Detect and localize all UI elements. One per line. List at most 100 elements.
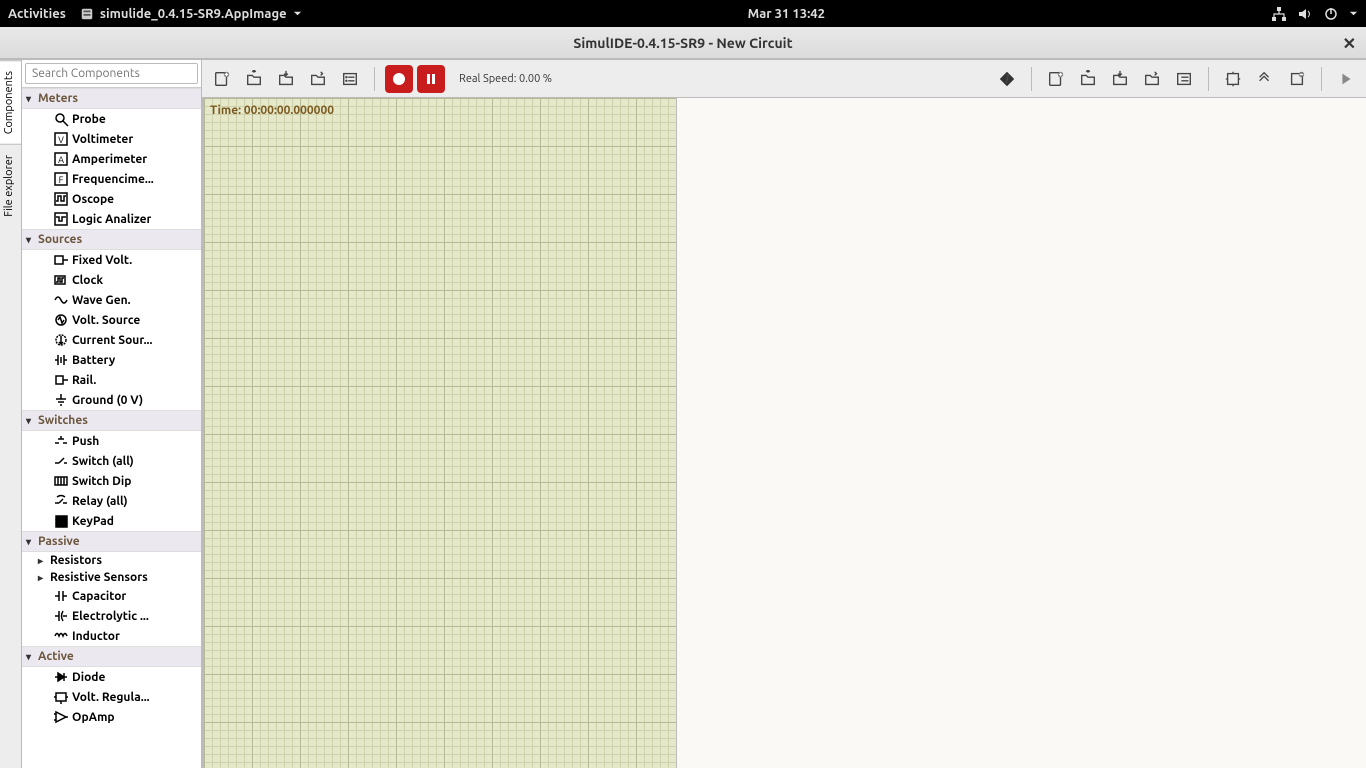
category-label: Sources (38, 233, 82, 246)
amperimeter-icon: A (50, 151, 72, 167)
info-button[interactable]: i (993, 65, 1021, 93)
component-item[interactable]: F Frequencime... (22, 169, 201, 189)
component-label: Frequencime... (72, 173, 154, 186)
component-item[interactable]: Diode (22, 667, 201, 687)
power-off-button[interactable] (385, 65, 413, 93)
component-item[interactable]: Fixed Volt. (22, 250, 201, 270)
sim-time-label: Time: 00:00:00.000000 (210, 104, 334, 117)
probe-icon (50, 111, 72, 127)
component-label: Relay (all) (72, 495, 128, 508)
find-replace-button[interactable] (1170, 65, 1198, 93)
component-item[interactable]: Clock (22, 270, 201, 290)
svg-text:F: F (59, 175, 64, 185)
clock[interactable]: Mar 31 13:42 (302, 7, 1271, 21)
component-label: Volt. Source (72, 314, 140, 327)
activities-button[interactable]: Activities (8, 7, 66, 21)
voltimeter-icon: V (50, 131, 72, 147)
open-file-button[interactable] (1074, 65, 1102, 93)
component-item[interactable]: Electrolytic ... (22, 606, 201, 626)
component-label: Switch Dip (72, 475, 131, 488)
close-button[interactable]: ✕ (1343, 34, 1356, 53)
component-item[interactable]: Push (22, 431, 201, 451)
code-editor[interactable] (677, 98, 1366, 768)
component-item[interactable]: OpAmp (22, 707, 201, 727)
new-file-button[interactable] (1042, 65, 1070, 93)
chevron-down-icon: ▾ (26, 415, 38, 427)
csource-icon (50, 332, 72, 348)
component-item[interactable]: Oscope (22, 189, 201, 209)
component-item[interactable]: Switch Dip (22, 471, 201, 491)
category-passive[interactable]: ▾Passive (22, 531, 201, 552)
component-item[interactable]: Relay (all) (22, 491, 201, 511)
component-item[interactable]: Ground (0 V) (22, 390, 201, 410)
diode-icon (50, 669, 72, 685)
tab-file-explorer[interactable]: File explorer (0, 144, 21, 227)
chevron-down-icon: ▾ (26, 93, 38, 105)
chevron-down-icon: ▾ (26, 651, 38, 663)
component-label: Rail. (72, 374, 96, 387)
clock-icon (50, 272, 72, 288)
upload-button[interactable] (1251, 65, 1279, 93)
export-bom-button[interactable] (336, 65, 364, 93)
load-firmware-button[interactable] (1283, 65, 1311, 93)
chevron-down-icon: ▾ (26, 234, 38, 246)
save-file-as-button[interactable] (1138, 65, 1166, 93)
component-label: Amperimeter (72, 153, 147, 166)
component-item[interactable]: Probe (22, 109, 201, 129)
relay-icon (50, 493, 72, 509)
save-file-button[interactable] (1106, 65, 1134, 93)
cap-icon (50, 588, 72, 604)
category-label: Passive (38, 535, 80, 548)
component-item[interactable]: VVoltimeter (22, 129, 201, 149)
open-circuit-button[interactable] (240, 65, 268, 93)
component-item[interactable]: Switch (all) (22, 451, 201, 471)
vsource-icon (50, 312, 72, 328)
circuit-canvas[interactable]: Time: 00:00:00.000000 (202, 98, 677, 768)
category-meters[interactable]: ▾Meters (22, 88, 201, 109)
compile-button[interactable] (1219, 65, 1247, 93)
subcategory-resistive-sensors[interactable]: ▸Resistive Sensors (22, 569, 201, 586)
component-label: KeyPad (72, 515, 114, 528)
debug-button[interactable] (1332, 65, 1360, 93)
component-label: Battery (72, 354, 115, 367)
save-as-button[interactable] (304, 65, 332, 93)
search-input[interactable] (25, 63, 198, 84)
component-item[interactable]: Volt. Regula... (22, 687, 201, 707)
switch-icon (50, 453, 72, 469)
power-icon[interactable] (1323, 6, 1339, 22)
component-item[interactable]: Inductor (22, 626, 201, 646)
component-label: Switch (all) (72, 455, 134, 468)
component-item[interactable]: AAmperimeter (22, 149, 201, 169)
component-item[interactable]: Logic Analizer (22, 209, 201, 229)
component-item[interactable]: Capacitor (22, 586, 201, 606)
pause-sim-button[interactable] (417, 65, 445, 93)
logic-icon (50, 211, 72, 227)
save-circuit-button[interactable] (272, 65, 300, 93)
component-item[interactable]: Volt. Source (22, 310, 201, 330)
component-item[interactable]: Wave Gen. (22, 290, 201, 310)
category-sources[interactable]: ▾Sources (22, 229, 201, 250)
component-item[interactable]: Battery (22, 350, 201, 370)
app-menu[interactable]: simulide_0.4.15-SR9.AppImage (80, 7, 302, 21)
network-icon[interactable] (1271, 6, 1287, 22)
volume-icon[interactable] (1297, 6, 1313, 22)
category-switches[interactable]: ▾Switches (22, 410, 201, 431)
side-tab-strip: Components File explorer (0, 60, 22, 768)
component-item[interactable]: Current Sour... (22, 330, 201, 350)
category-active[interactable]: ▾Active (22, 646, 201, 667)
category-label: Switches (38, 414, 88, 427)
window-titlebar: SimulIDE-0.4.15-SR9 - New Circuit ✕ (0, 27, 1366, 59)
svg-text:V: V (58, 135, 64, 145)
component-item[interactable]: KeyPad (22, 511, 201, 531)
component-item[interactable]: Rail. (22, 370, 201, 390)
ground-icon (50, 392, 72, 408)
tab-components[interactable]: Components (0, 60, 21, 144)
component-tree[interactable]: ▾MetersProbeVVoltimeterAAmperimeterFFreq… (22, 88, 201, 768)
oscope-icon (50, 191, 72, 207)
component-label: Logic Analizer (72, 213, 151, 226)
subcategory-label: Resistive Sensors (50, 571, 148, 584)
new-circuit-button[interactable] (208, 65, 236, 93)
component-label: Probe (72, 113, 106, 126)
subcategory-resistors[interactable]: ▸Resistors (22, 552, 201, 569)
battery-icon (50, 352, 72, 368)
